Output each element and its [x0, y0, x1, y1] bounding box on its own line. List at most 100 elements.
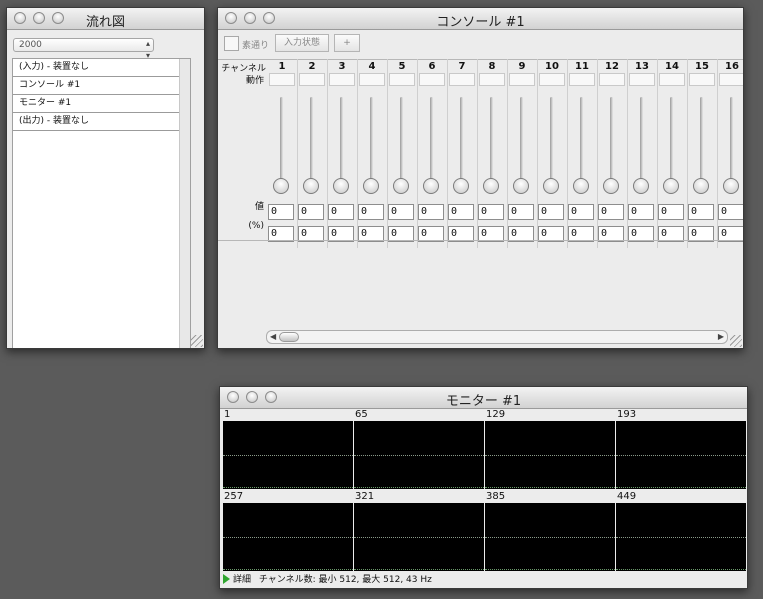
signal-plot[interactable] [616, 421, 746, 489]
fader-knob[interactable] [633, 178, 649, 194]
baseline [485, 487, 615, 488]
fader-knob[interactable] [723, 178, 739, 194]
fader-track[interactable] [310, 97, 313, 183]
fader-track[interactable] [280, 97, 283, 183]
fader-track[interactable] [700, 97, 703, 183]
fader-knob[interactable] [333, 178, 349, 194]
fader-track[interactable] [640, 97, 643, 183]
fader-track[interactable] [400, 97, 403, 183]
channel-number: 13 [635, 61, 649, 72]
details-label[interactable]: 詳細 [233, 575, 251, 585]
value-field[interactable]: 0 [478, 204, 504, 220]
resize-grip-icon[interactable] [730, 335, 742, 347]
scroll-right-icon[interactable]: ▶ [718, 331, 724, 343]
flow-item-input[interactable]: (入力) - 装置なし [13, 59, 190, 77]
fader-knob[interactable] [543, 178, 559, 194]
flow-item-console[interactable]: コンソール #1 [13, 77, 190, 95]
fader-track[interactable] [730, 97, 733, 183]
monitor-cell: 385 [485, 491, 615, 571]
channel-action-field[interactable] [569, 73, 595, 86]
fader-track[interactable] [490, 97, 493, 183]
fader-track[interactable] [520, 97, 523, 183]
value-field[interactable]: 0 [628, 204, 654, 220]
midline [223, 455, 353, 456]
channel-action-field[interactable] [509, 73, 535, 86]
value-field[interactable]: 0 [268, 204, 294, 220]
fader-knob[interactable] [513, 178, 529, 194]
channel-action-field[interactable] [359, 73, 385, 86]
fader-knob[interactable] [273, 178, 289, 194]
channel-action-field[interactable] [449, 73, 475, 86]
channel-action-field[interactable] [539, 73, 565, 86]
add-button[interactable]: + [334, 34, 360, 52]
fader-knob[interactable] [483, 178, 499, 194]
signal-plot[interactable] [223, 503, 353, 571]
fader-track[interactable] [610, 97, 613, 183]
resize-grip-icon[interactable] [191, 335, 203, 347]
horizontal-scrollbar[interactable]: ◀ ▶ [266, 330, 728, 344]
flow-item-output[interactable]: (出力) - 装置なし [13, 113, 190, 131]
fader-track[interactable] [670, 97, 673, 183]
channel-action-field[interactable] [269, 73, 295, 86]
fader-knob[interactable] [423, 178, 439, 194]
signal-plot[interactable] [616, 503, 746, 571]
value-field[interactable]: 0 [658, 204, 684, 220]
scroll-thumb[interactable] [279, 332, 299, 342]
channel-action-field[interactable] [479, 73, 505, 86]
signal-plot[interactable] [354, 503, 484, 571]
channel-action-field[interactable] [389, 73, 415, 86]
fader-knob[interactable] [663, 178, 679, 194]
value-field[interactable]: 0 [688, 204, 714, 220]
channel-action-field[interactable] [659, 73, 685, 86]
fader-knob[interactable] [693, 178, 709, 194]
flow-titlebar[interactable]: 流れ図 [7, 8, 204, 30]
value-field[interactable]: 0 [298, 204, 324, 220]
console-window: コンソール #1 素通り 入力状態 + チャンネル 動作 値 (%) 10020… [217, 7, 744, 349]
fader-track[interactable] [340, 97, 343, 183]
rate-select[interactable]: 2000 ▴ ▾ [13, 38, 154, 60]
channel-action-field[interactable] [689, 73, 715, 86]
fader-track[interactable] [460, 97, 463, 183]
value-field[interactable]: 0 [418, 204, 444, 220]
channel-action-field[interactable] [329, 73, 355, 86]
signal-plot[interactable] [223, 421, 353, 489]
signal-plot[interactable] [485, 421, 615, 489]
cell-channel-label: 321 [355, 491, 375, 502]
channel-action-field[interactable] [719, 73, 743, 86]
console-titlebar[interactable]: コンソール #1 [218, 8, 743, 30]
value-field[interactable]: 0 [598, 204, 624, 220]
value-field[interactable]: 0 [538, 204, 564, 220]
fader-track[interactable] [550, 97, 553, 183]
flow-item-monitor[interactable]: モニター #1 [13, 95, 190, 113]
fader-knob[interactable] [603, 178, 619, 194]
fader-track[interactable] [580, 97, 583, 183]
monitor-titlebar[interactable]: モニター #1 [220, 387, 747, 409]
fader-track[interactable] [370, 97, 373, 183]
value-field[interactable]: 0 [718, 204, 743, 220]
channel-number: 14 [665, 61, 679, 72]
fader-knob[interactable] [363, 178, 379, 194]
channel-action-field[interactable] [629, 73, 655, 86]
flow-list-scrollbar[interactable] [179, 59, 190, 348]
value-field[interactable]: 0 [448, 204, 474, 220]
signal-plot[interactable] [485, 503, 615, 571]
signal-plot[interactable] [354, 421, 484, 489]
fader-knob[interactable] [573, 178, 589, 194]
channel-number: 3 [338, 61, 346, 72]
value-field[interactable]: 0 [568, 204, 594, 220]
disclosure-triangle-icon[interactable] [223, 574, 230, 584]
fader-knob[interactable] [303, 178, 319, 194]
input-state-button[interactable]: 入力状態 [275, 34, 329, 52]
scroll-left-icon[interactable]: ◀ [270, 331, 276, 343]
fader-knob[interactable] [393, 178, 409, 194]
channel-action-field[interactable] [419, 73, 445, 86]
value-field[interactable]: 0 [388, 204, 414, 220]
value-field[interactable]: 0 [358, 204, 384, 220]
channel-action-field[interactable] [599, 73, 625, 86]
value-field[interactable]: 0 [508, 204, 534, 220]
channel-action-field[interactable] [299, 73, 325, 86]
fader-knob[interactable] [453, 178, 469, 194]
passthrough-checkbox[interactable] [224, 36, 239, 51]
value-field[interactable]: 0 [328, 204, 354, 220]
fader-track[interactable] [430, 97, 433, 183]
